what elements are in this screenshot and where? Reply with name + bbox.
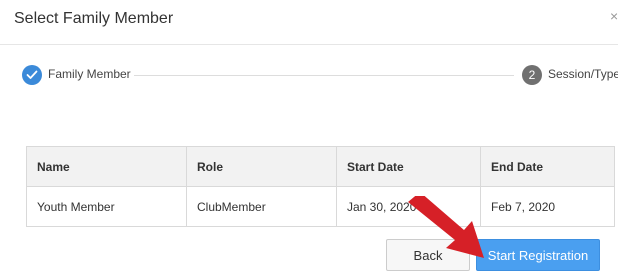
family-member-table: Name Role Start Date End Date Youth Memb… bbox=[26, 146, 615, 227]
step-family-member-label: Family Member bbox=[48, 67, 131, 81]
column-header-role: Role bbox=[186, 146, 337, 187]
column-header-start-date: Start Date bbox=[336, 146, 481, 187]
cell-start-date: Jan 30, 2020 bbox=[336, 186, 481, 227]
table-row[interactable]: Youth Member ClubMember Jan 30, 2020 Feb… bbox=[26, 186, 615, 227]
cell-end-date: Feb 7, 2020 bbox=[480, 186, 615, 227]
table-header-row: Name Role Start Date End Date bbox=[26, 146, 615, 187]
registration-stepper: Family Member 2 Session/Type bbox=[0, 56, 618, 92]
close-icon[interactable]: × bbox=[610, 8, 618, 28]
column-header-end-date: End Date bbox=[480, 146, 615, 187]
step-connector bbox=[134, 75, 514, 76]
step-number-badge: 2 bbox=[522, 65, 542, 85]
dialog-title: Select Family Member bbox=[14, 10, 174, 27]
cell-role: ClubMember bbox=[186, 186, 337, 227]
dialog-header: Select Family Member × bbox=[0, 0, 618, 45]
start-registration-button[interactable]: Start Registration bbox=[476, 239, 600, 271]
step-session-type-label: Session/Type bbox=[548, 67, 618, 81]
cell-name: Youth Member bbox=[26, 186, 187, 227]
column-header-name: Name bbox=[26, 146, 187, 187]
check-icon bbox=[22, 65, 42, 85]
back-button[interactable]: Back bbox=[386, 239, 470, 271]
